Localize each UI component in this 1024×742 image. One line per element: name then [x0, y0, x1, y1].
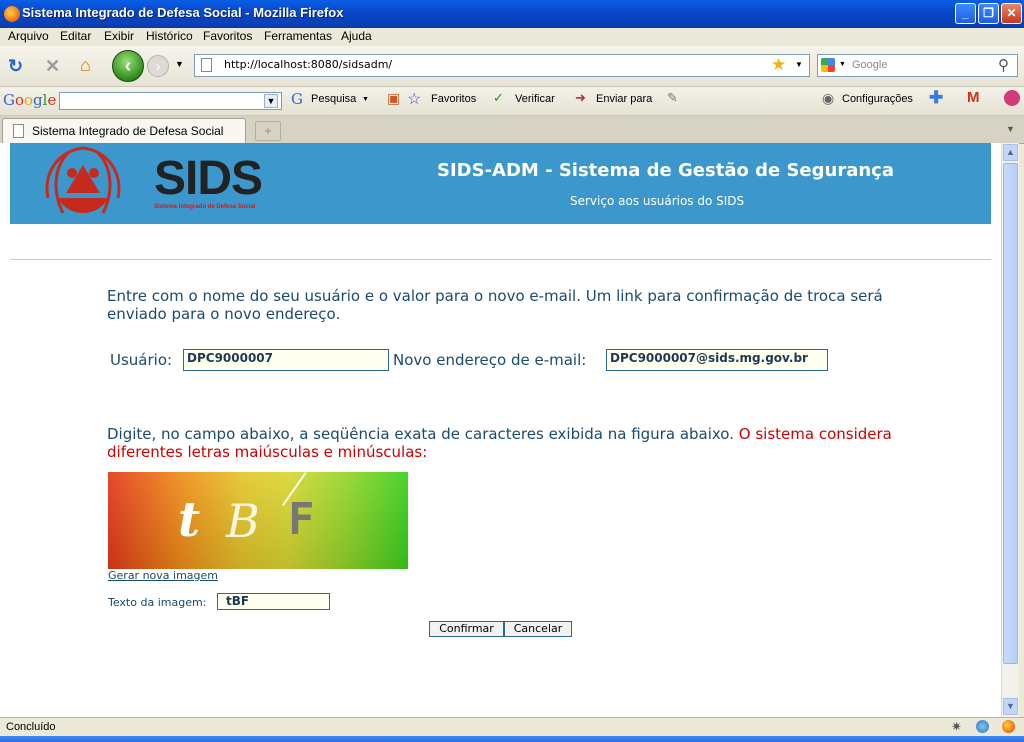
gmail-icon[interactable]: M	[967, 89, 980, 106]
url-text[interactable]: http://localhost:8080/sidsadm/	[224, 58, 392, 71]
url-dropdown-icon[interactable]: ▼	[795, 60, 803, 69]
forward-button[interactable]: ›	[147, 55, 169, 77]
scroll-thumb[interactable]	[1003, 163, 1018, 664]
search-icon[interactable]: ⚲	[998, 56, 1009, 74]
menu-editar[interactable]: Editar	[60, 29, 91, 43]
new-tab-button[interactable]: +	[255, 121, 281, 141]
tab-list-icon[interactable]: ▼	[1006, 124, 1015, 134]
google-search-input[interactable]: ▼	[59, 92, 282, 110]
sids-logo-text: SIDS	[154, 152, 263, 205]
captcha-char-1: t	[178, 492, 201, 548]
status-bar: Concluído ✷	[0, 717, 1024, 737]
user-input[interactable]: DPC9000007	[183, 349, 389, 371]
firefox-icon	[4, 6, 20, 22]
menu-ferramentas[interactable]: Ferramentas	[264, 29, 332, 43]
user-label: Usuário:	[110, 351, 173, 369]
tab-sids[interactable]: Sistema Integrado de Defesa Social	[2, 118, 246, 143]
favorites-star-icon: ☆	[407, 91, 422, 108]
sids-logo: SIDS Sistema Integrado de Defesa Social	[38, 143, 263, 224]
update-icon[interactable]	[976, 720, 989, 733]
menu-favoritos[interactable]: Favoritos	[203, 29, 252, 43]
email-input[interactable]: DPC9000007@sids.mg.gov.br	[606, 349, 828, 371]
reload-icon[interactable]: ↻	[8, 57, 23, 75]
verificar-button[interactable]: Verificar	[515, 93, 555, 105]
scroll-up-button[interactable]: ▲	[1003, 144, 1018, 161]
vertical-scrollbar[interactable]: ▲ ▼	[1001, 143, 1019, 717]
configuracoes-button[interactable]: Configurações	[842, 93, 913, 105]
confirm-button[interactable]: Confirmar	[429, 621, 504, 637]
home-icon[interactable]: ⌂	[80, 56, 91, 74]
menu-exibir[interactable]: Exibir	[104, 29, 134, 43]
google-g-icon: G	[291, 90, 303, 108]
menu-arquivo[interactable]: Arquivo	[8, 29, 49, 43]
close-button[interactable]: ✕	[1001, 3, 1022, 24]
captcha-input[interactable]: tBF	[217, 593, 330, 610]
news-icon[interactable]: ▣	[387, 90, 400, 107]
captcha-label: Texto da imagem:	[108, 596, 207, 609]
stop-icon[interactable]: ✕	[45, 57, 60, 75]
favoritos-button[interactable]: Favoritos	[431, 93, 476, 105]
email-label: Novo endereço de e-mail:	[393, 351, 587, 369]
captcha-instruction-text: Digite, no campo abaixo, a seqüência exa…	[107, 425, 734, 443]
menu-historico[interactable]: Histórico	[146, 29, 193, 43]
gear-icon[interactable]: ✷	[951, 719, 962, 735]
add-button-icon[interactable]: ✚	[929, 88, 943, 108]
taskbar-edge	[0, 736, 1024, 742]
menu-bar: Arquivo Editar Exibir Histórico Favorito…	[0, 28, 1024, 46]
captcha-image: t B F	[108, 472, 408, 569]
orkut-icon[interactable]	[1004, 90, 1020, 106]
new-image-link[interactable]: Gerar nova imagem	[108, 569, 218, 582]
banner-title: SIDS-ADM - Sistema de Gestão de Seguranç…	[437, 160, 894, 181]
intro-text: Entre com o nome do seu usuário e o valo…	[107, 287, 883, 323]
enviar-para-button[interactable]: Enviar para	[596, 93, 652, 105]
navigation-toolbar: ↻ ✕ ⌂ ‹ › ▼ http://localhost:8080/sidsad…	[0, 46, 1024, 87]
tab-label: Sistema Integrado de Defesa Social	[32, 124, 224, 138]
addon-icon[interactable]	[1002, 720, 1015, 733]
pesquisa-button[interactable]: Pesquisa	[311, 93, 356, 105]
google-search-dropdown-icon[interactable]: ▼	[264, 94, 278, 108]
google-toolbar: Google ▼ G Pesquisa ▼ ▣ ☆ Favoritos ✓ Ve…	[0, 87, 1024, 116]
google-logo[interactable]: Google	[3, 91, 56, 109]
scroll-down-button[interactable]: ▼	[1003, 698, 1018, 715]
banner-subtitle: Serviço aos usuários do SIDS	[570, 194, 745, 208]
spellcheck-icon: ✓	[493, 90, 504, 105]
captcha-char-3: F	[288, 494, 315, 545]
back-button[interactable]: ‹	[112, 50, 144, 82]
pesquisa-dropdown-icon[interactable]: ▼	[362, 96, 369, 103]
history-dropdown-icon[interactable]: ▼	[175, 59, 184, 69]
header-banner: SIDS Sistema Integrado de Defesa Social …	[10, 143, 991, 224]
menu-ajuda[interactable]: Ajuda	[341, 29, 372, 43]
window-title: Sistema Integrado de Defesa Social - Moz…	[22, 5, 344, 20]
engine-dropdown-icon[interactable]: ▼	[839, 61, 846, 68]
search-box[interactable]: ▼ Google ⚲	[817, 54, 1018, 77]
captcha-instructions: Digite, no campo abaixo, a seqüência exa…	[107, 425, 897, 461]
url-bar[interactable]: http://localhost:8080/sidsadm/ ★ ▼	[194, 54, 810, 77]
sids-emblem-icon	[45, 146, 121, 214]
divider	[10, 259, 991, 260]
captcha-char-2: B	[226, 494, 260, 548]
page-icon	[201, 58, 212, 72]
tab-strip: Sistema Integrado de Defesa Social + ▼	[0, 116, 1024, 144]
status-text: Concluído	[6, 721, 56, 733]
maximize-button[interactable]: ❐	[978, 3, 999, 24]
sids-logo-subtitle: Sistema Integrado de Defesa Social	[154, 204, 256, 210]
search-input[interactable]: Google	[852, 59, 887, 71]
send-icon: ➜	[575, 90, 586, 105]
cancel-button[interactable]: Cancelar	[504, 621, 572, 637]
minimize-button[interactable]: _	[955, 3, 976, 24]
google-engine-icon[interactable]	[821, 58, 835, 72]
bookmark-star-icon[interactable]: ★	[771, 55, 786, 75]
window-titlebar: Sistema Integrado de Defesa Social - Moz…	[0, 0, 1024, 28]
settings-circle-icon: ◉	[822, 90, 835, 106]
page-content: SIDS Sistema Integrado de Defesa Social …	[0, 143, 1001, 717]
tab-page-icon	[13, 124, 24, 138]
highlighter-icon[interactable]: ✎	[667, 90, 678, 106]
